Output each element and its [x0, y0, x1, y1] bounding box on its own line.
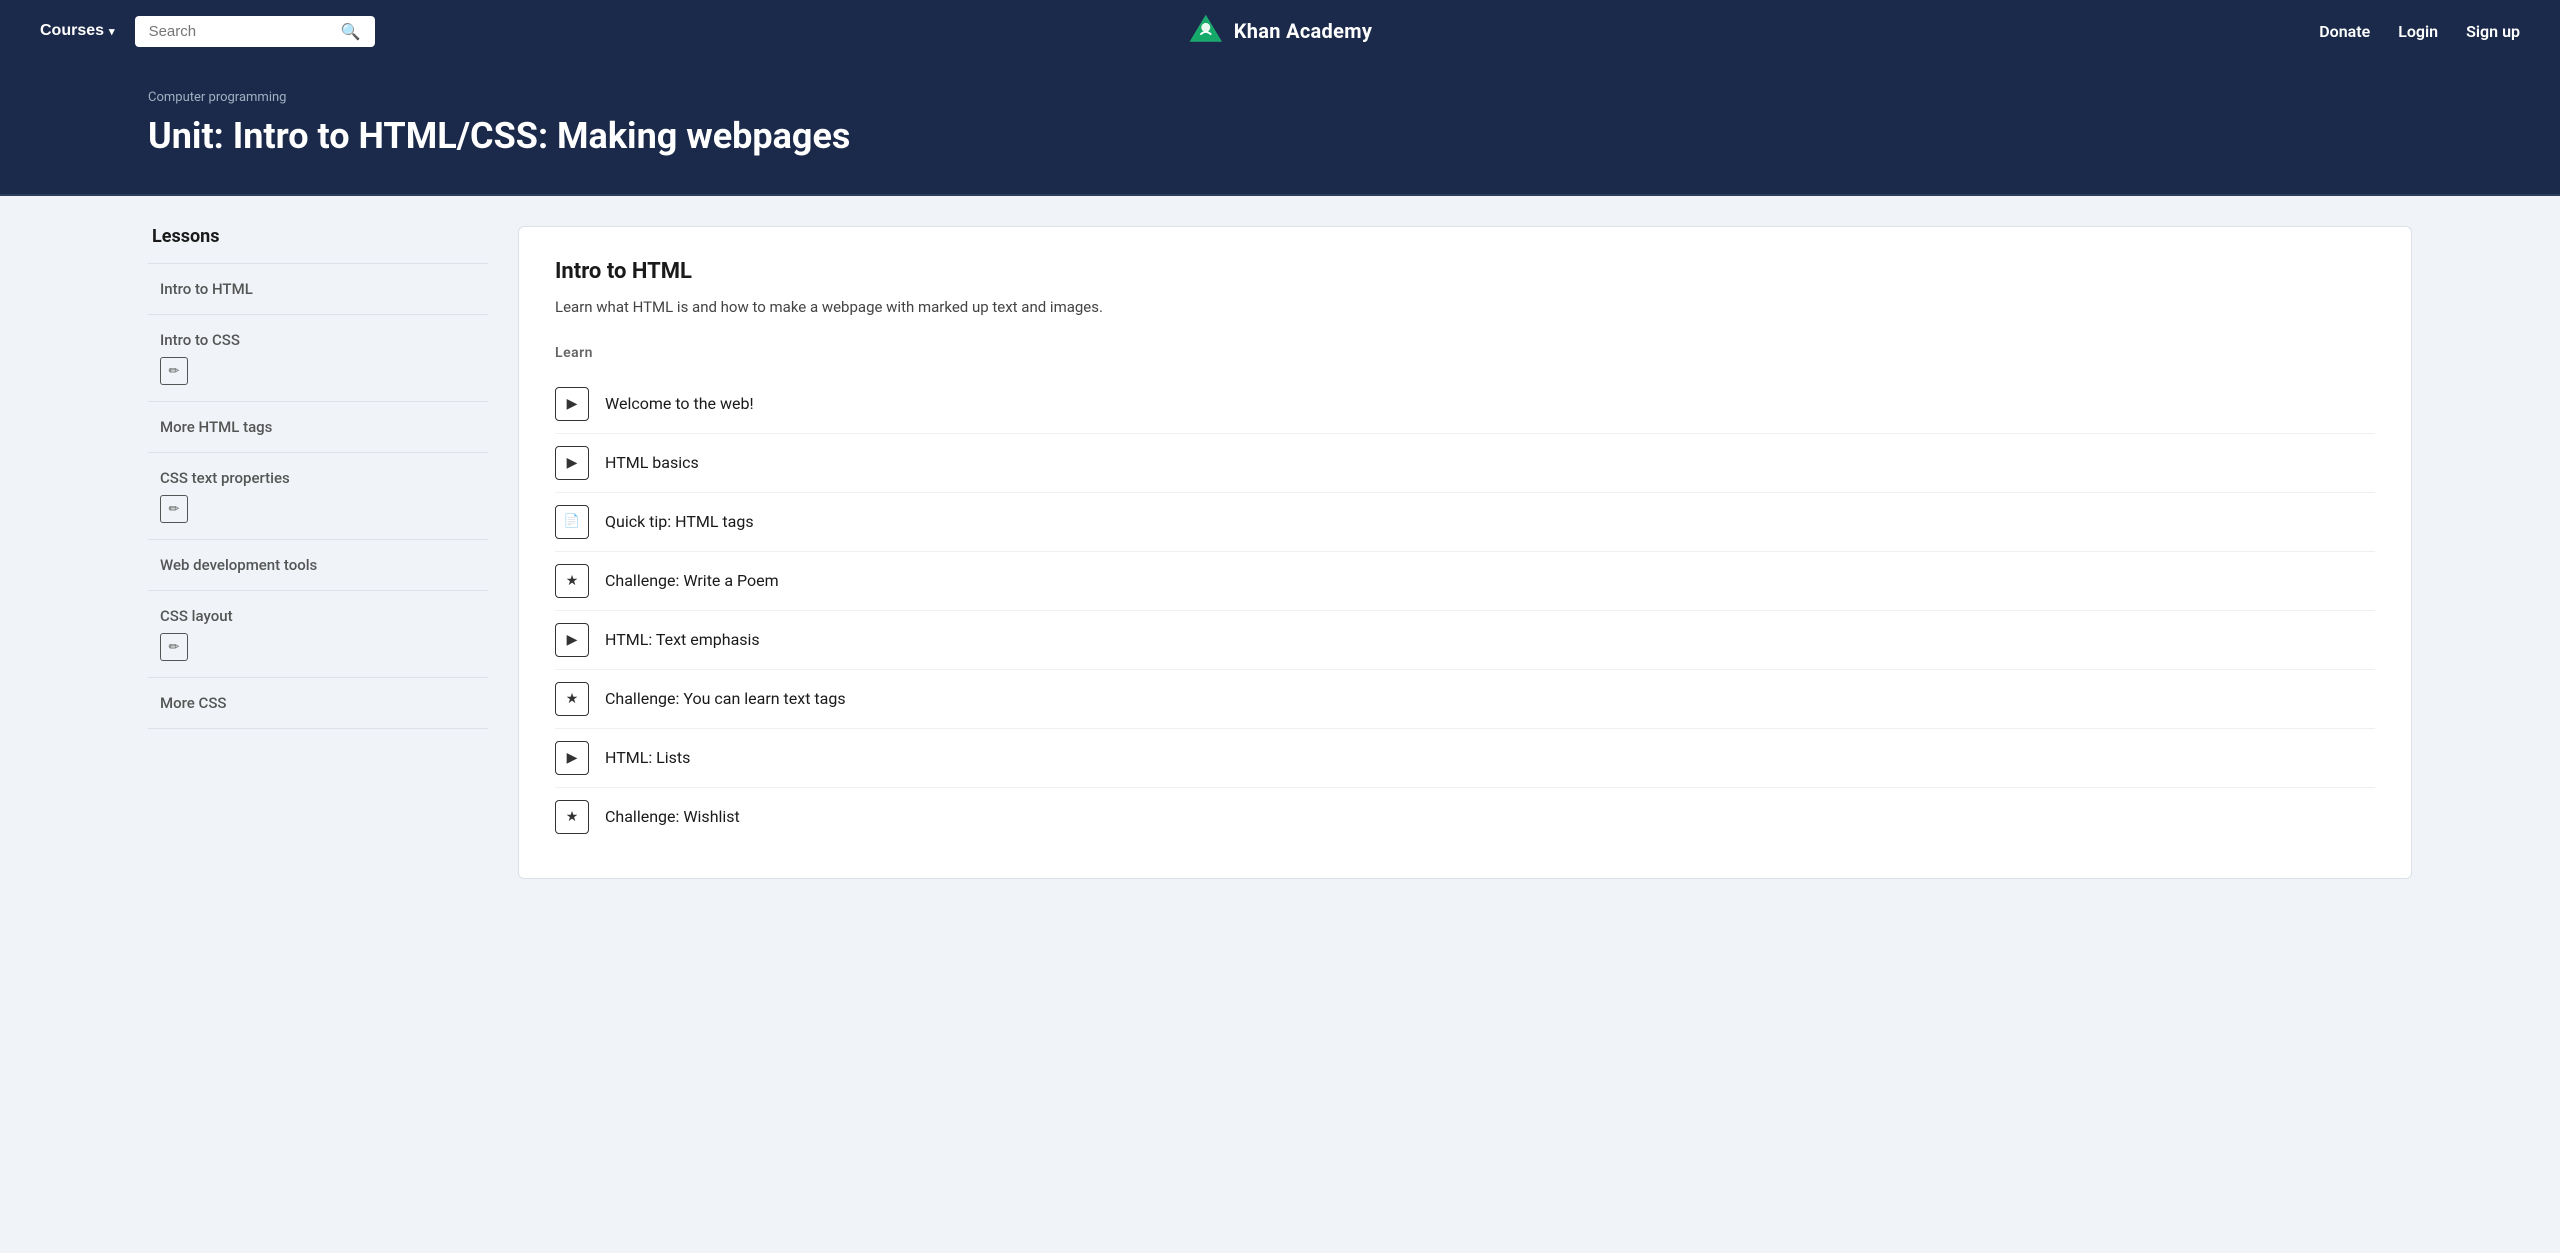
- sidebar-item-label: More HTML tags: [160, 418, 476, 436]
- list-item[interactable]: ★ Challenge: Write a Poem: [555, 552, 2375, 611]
- search-input[interactable]: [149, 23, 333, 40]
- logo-icon: [1188, 13, 1224, 49]
- item-label: Challenge: Write a Poem: [605, 571, 779, 590]
- pencil-icon: ✏: [160, 495, 188, 523]
- list-item[interactable]: ▶ Welcome to the web!: [555, 375, 2375, 434]
- navbar: Courses ▾ 🔍 Khan Academy Donate Login Si…: [0, 0, 2560, 62]
- navbar-right: Donate Login Sign up: [2319, 22, 2520, 41]
- donate-link[interactable]: Donate: [2319, 22, 2370, 41]
- sidebar-item-label: Web development tools: [160, 556, 476, 574]
- navbar-brand[interactable]: Khan Academy: [1188, 13, 1372, 49]
- content-panel: Intro to HTML Learn what HTML is and how…: [518, 226, 2412, 879]
- list-item[interactable]: ★ Challenge: Wishlist: [555, 788, 2375, 846]
- sidebar-item-more-css[interactable]: More CSS: [148, 677, 488, 729]
- sidebar-item-more-html[interactable]: More HTML tags: [148, 401, 488, 452]
- item-label: HTML: Text emphasis: [605, 630, 760, 649]
- challenge-icon: ★: [555, 800, 589, 834]
- challenge-icon: ★: [555, 564, 589, 598]
- video-icon: ▶: [555, 741, 589, 775]
- list-item[interactable]: ★ Challenge: You can learn text tags: [555, 670, 2375, 729]
- item-label: HTML basics: [605, 453, 699, 472]
- sidebar-item-label: CSS layout: [160, 607, 476, 625]
- login-link[interactable]: Login: [2398, 22, 2438, 41]
- sidebar-item-label: CSS text properties: [160, 469, 476, 487]
- sidebar-item-label: Intro to CSS: [160, 331, 476, 349]
- courses-label: Courses: [40, 22, 104, 40]
- hero-section: Computer programming Unit: Intro to HTML…: [0, 62, 2560, 196]
- search-bar[interactable]: 🔍: [135, 16, 375, 47]
- item-label: HTML: Lists: [605, 748, 690, 767]
- content-description: Learn what HTML is and how to make a web…: [555, 296, 2375, 319]
- lesson-list: ▶ Welcome to the web! ▶ HTML basics 📄 Qu…: [555, 375, 2375, 846]
- sidebar: Lessons Intro to HTML Intro to CSS ✏ Mor…: [148, 226, 488, 729]
- sidebar-item-intro-css[interactable]: Intro to CSS ✏: [148, 314, 488, 401]
- sidebar-item-css-layout[interactable]: CSS layout ✏: [148, 590, 488, 677]
- challenge-icon: ★: [555, 682, 589, 716]
- article-icon: 📄: [555, 505, 589, 539]
- page-title: Unit: Intro to HTML/CSS: Making webpages: [148, 115, 2412, 158]
- video-icon: ▶: [555, 387, 589, 421]
- list-item[interactable]: 📄 Quick tip: HTML tags: [555, 493, 2375, 552]
- sidebar-title: Lessons: [148, 226, 488, 247]
- sidebar-item-intro-html[interactable]: Intro to HTML: [148, 263, 488, 314]
- section-label: Learn: [555, 345, 2375, 361]
- signup-link[interactable]: Sign up: [2466, 22, 2520, 41]
- item-label: Welcome to the web!: [605, 394, 754, 413]
- item-label: Quick tip: HTML tags: [605, 512, 754, 531]
- pencil-icon: ✏: [160, 357, 188, 385]
- sidebar-item-web-dev-tools[interactable]: Web development tools: [148, 539, 488, 590]
- search-icon: 🔍: [341, 22, 361, 41]
- navbar-left: Courses ▾ 🔍: [40, 16, 375, 47]
- list-item[interactable]: ▶ HTML: Text emphasis: [555, 611, 2375, 670]
- main-content: Lessons Intro to HTML Intro to CSS ✏ Mor…: [0, 196, 2560, 909]
- item-label: Challenge: Wishlist: [605, 807, 740, 826]
- video-icon: ▶: [555, 446, 589, 480]
- video-icon: ▶: [555, 623, 589, 657]
- sidebar-item-label: Intro to HTML: [160, 280, 476, 298]
- list-item[interactable]: ▶ HTML: Lists: [555, 729, 2375, 788]
- courses-button[interactable]: Courses ▾: [40, 22, 115, 40]
- sidebar-item-css-text[interactable]: CSS text properties ✏: [148, 452, 488, 539]
- breadcrumb: Computer programming: [148, 90, 2412, 105]
- brand-name: Khan Academy: [1234, 19, 1372, 43]
- item-label: Challenge: You can learn text tags: [605, 689, 846, 708]
- pencil-icon: ✏: [160, 633, 188, 661]
- content-title: Intro to HTML: [555, 259, 2375, 284]
- sidebar-item-label: More CSS: [160, 694, 476, 712]
- chevron-down-icon: ▾: [109, 25, 115, 38]
- list-item[interactable]: ▶ HTML basics: [555, 434, 2375, 493]
